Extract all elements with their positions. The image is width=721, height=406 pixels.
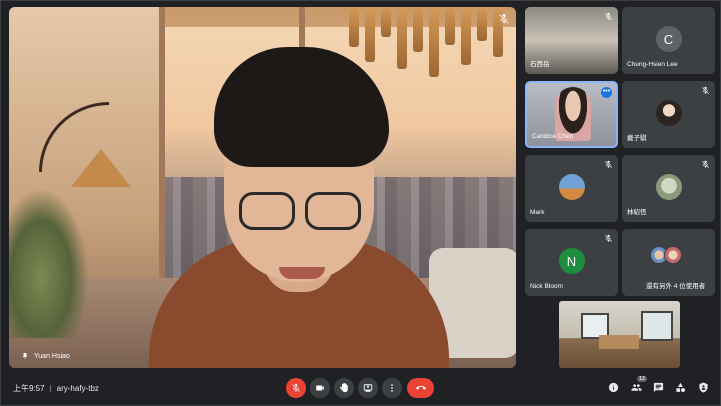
camera-icon [316, 385, 324, 391]
meet-window: Yuan Hsiao 石西岳 C Chung-Hsien Lee ••• Can… [0, 0, 721, 406]
avatar: N [558, 248, 585, 274]
participant-tile[interactable]: Mark [525, 155, 618, 222]
participant-count-badge: 12 [636, 376, 647, 382]
participant-name: 石西岳 [530, 61, 550, 68]
others-tile[interactable]: 還有另外 4 位使用者 [622, 229, 715, 296]
divider: | [49, 384, 52, 393]
mic-off-icon [702, 160, 709, 168]
speaker-video [149, 47, 449, 368]
main-speaker-tile[interactable]: Yuan Hsiao [9, 7, 516, 368]
speaker-name: Yuan Hsiao [34, 353, 70, 360]
participant-name: Mark [530, 209, 545, 216]
participant-tile-active[interactable]: ••• Candice Chen [525, 81, 618, 148]
participant-tile[interactable]: 林紹恆 [622, 155, 715, 222]
mic-off-icon [605, 12, 612, 20]
more-options-icon[interactable]: ••• [601, 87, 612, 98]
more-options-icon [391, 384, 393, 392]
avatar [655, 174, 682, 200]
floor-lamp-shade [71, 149, 131, 187]
participant-tile[interactable]: 石西岳 [525, 7, 618, 74]
meeting-info: 上午9:57 | ary-hafy-tbz [13, 383, 99, 394]
participant-tile[interactable]: 戴子騏 [622, 81, 715, 148]
mic-off-icon [499, 14, 509, 24]
speaker-name-label: Yuan Hsiao [21, 352, 70, 361]
activities-button[interactable] [673, 380, 687, 394]
bottom-toolbar: 上午9:57 | ary-hafy-tbz 12 [1, 373, 721, 406]
avatar [558, 174, 585, 200]
host-controls-button[interactable] [696, 380, 710, 394]
clock-time: 上午9:57 [13, 384, 45, 393]
mic-off-icon [605, 160, 612, 168]
others-count-label: 還有另外 4 位使用者 [646, 283, 706, 290]
activities-icon [675, 382, 685, 392]
participant-tile[interactable]: N Nick Bloom [525, 229, 618, 296]
raise-hand-button[interactable] [334, 378, 354, 398]
participant-tile[interactable]: C Chung-Hsien Lee [622, 7, 715, 74]
mic-off-icon [702, 86, 709, 94]
present-screen-button[interactable] [358, 378, 378, 398]
participant-name: Chung-Hsien Lee [627, 61, 678, 68]
chat-icon [653, 382, 663, 392]
avatar [664, 246, 682, 264]
background-plant [9, 188, 89, 338]
participant-name: Candice Chen [532, 133, 574, 140]
meeting-details-button[interactable] [606, 380, 620, 394]
self-view-tile[interactable] [559, 301, 680, 368]
end-call-button[interactable] [407, 378, 434, 398]
avatar [655, 100, 682, 126]
end-call-icon [415, 385, 426, 390]
people-icon [630, 383, 642, 391]
pin-icon[interactable] [21, 352, 29, 361]
camera-toggle-button[interactable] [310, 378, 330, 398]
more-options-button[interactable] [382, 378, 402, 398]
raise-hand-icon [340, 383, 348, 393]
participant-name: 林紹恆 [627, 209, 647, 216]
participant-name: Nick Bloom [530, 283, 563, 290]
people-button[interactable]: 12 [629, 376, 647, 394]
mic-off-icon [605, 234, 612, 242]
info-icon [608, 382, 618, 392]
meeting-code: ary-hafy-tbz [56, 384, 99, 393]
mic-toggle-button[interactable] [286, 378, 306, 398]
mic-off-icon [292, 383, 300, 392]
present-screen-icon [363, 384, 373, 392]
participant-name: 戴子騏 [627, 135, 647, 142]
avatar: C [655, 26, 682, 52]
host-controls-icon [698, 381, 708, 393]
chat-button[interactable] [651, 380, 665, 394]
